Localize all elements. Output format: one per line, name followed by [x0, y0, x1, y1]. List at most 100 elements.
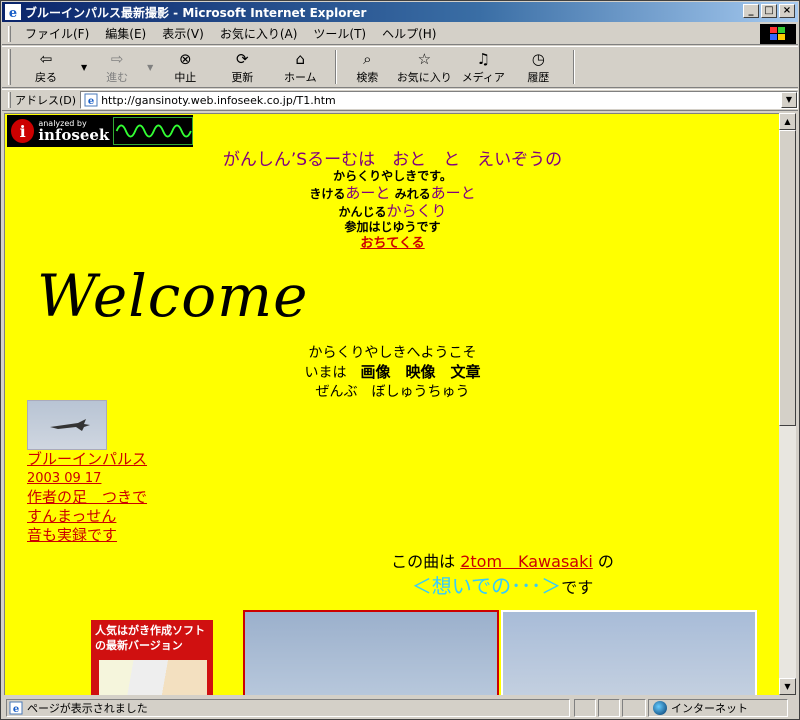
blue-impulse-link[interactable]: ブルーインパルス: [27, 450, 147, 469]
zone-label: インターネット: [671, 702, 748, 715]
search-label: 検索: [356, 71, 379, 84]
globe-icon: [653, 701, 667, 715]
mail-link-wrap: おちてくる: [5, 232, 779, 251]
security-zone: インターネット: [648, 699, 788, 717]
window-controls: _ □ ×: [741, 4, 795, 18]
standard-toolbar: ⇦ 戻る ▼ ⇨ 進む ▼ ⊗ 中止 ⟳ 更新 ⌂ ホーム ⌕ 検索 ☆ お気に…: [2, 46, 798, 88]
history-button[interactable]: ◷ 履歴: [509, 47, 567, 87]
home-icon: ⌂: [295, 50, 306, 68]
stop-button[interactable]: ⊗ 中止: [157, 47, 213, 87]
menu-bar: ファイル(F) 編集(E) 表示(V) お気に入り(A) ツール(T) ヘルプ(…: [2, 23, 798, 45]
ad-line-1: 人気はがき作成ソフト: [95, 624, 205, 637]
close-button[interactable]: ×: [779, 4, 795, 18]
search-button[interactable]: ⌕ 検索: [343, 47, 391, 87]
menu-view[interactable]: 表示(V): [154, 25, 212, 42]
forward-dropdown-icon[interactable]: ▼: [147, 63, 153, 72]
intro-block: からくりやしきへようこそ いまは 画像 映像 文章 ぜんぶ ぼしゅうちゅう: [5, 344, 779, 402]
intro-text-2: いまは 画像 映像 文章: [5, 363, 779, 383]
song-suffix: です: [561, 578, 594, 597]
home-label: ホーム: [283, 71, 317, 84]
forward-arrow-icon: ⇨: [110, 50, 124, 68]
mail-link[interactable]: おちてくる: [360, 236, 424, 251]
ad-banner[interactable]: 人気はがき作成ソフト の最新バージョン: [91, 620, 213, 695]
stop-label: 中止: [174, 71, 197, 84]
status-text: ページが表示されました: [27, 702, 148, 715]
status-pane: [574, 699, 596, 717]
scroll-thumb[interactable]: [779, 130, 796, 426]
forward-label: 進む: [106, 71, 129, 84]
address-dropdown-icon[interactable]: ▼: [781, 92, 797, 108]
home-button[interactable]: ⌂ ホーム: [271, 47, 329, 87]
url-input[interactable]: [101, 93, 762, 107]
toolbar-separator: [335, 50, 338, 84]
menu-favorites[interactable]: お気に入り(A): [212, 25, 306, 42]
page-done-icon: e: [9, 701, 23, 715]
jet-photo-thumbnail[interactable]: [27, 400, 107, 450]
back-button[interactable]: ⇦ 戻る: [15, 47, 77, 87]
ad-line-2: の最新バージョン: [95, 639, 183, 652]
ad-books-image: [99, 660, 207, 695]
favorites-button[interactable]: ☆ お気に入り: [391, 47, 457, 87]
song-info: この曲は 2tom Kawasaki の ＜想いでの･･･＞です: [5, 550, 779, 600]
window-title: ブルーインパルス最新撮影 - Microsoft Internet Explor…: [25, 5, 367, 20]
stop-icon: ⊗: [179, 50, 192, 68]
toolbar-grip[interactable]: [8, 25, 11, 42]
jet-icon: [50, 419, 90, 431]
status-bar: e ページが表示されました インターネット: [2, 697, 798, 719]
media-button[interactable]: ♫ メディア: [457, 47, 509, 87]
note-link-2[interactable]: すんまっせん: [27, 507, 147, 526]
sky-photo-1[interactable]: [243, 610, 499, 695]
infoseek-badge[interactable]: i analyzed by infoseek: [7, 115, 193, 147]
scroll-up-icon[interactable]: ▲: [779, 113, 796, 130]
song-particle: の: [597, 552, 614, 571]
address-bar: アドレス(D) e ▼: [2, 89, 798, 111]
vertical-scrollbar[interactable]: ▲ ▼: [779, 113, 796, 695]
address-label: アドレス(D): [15, 94, 77, 107]
menu-file[interactable]: ファイル(F): [17, 25, 97, 42]
title-bar: e ブルーインパルス最新撮影 - Microsoft Internet Expl…: [2, 2, 798, 22]
back-dropdown-icon[interactable]: ▼: [81, 63, 87, 72]
note-link-1[interactable]: 作者の足 つきで: [27, 488, 147, 507]
address-field[interactable]: e ▼: [80, 91, 798, 109]
page-icon: e: [84, 93, 98, 107]
favorites-label: お気に入り: [396, 71, 452, 84]
wave-icon: [113, 117, 193, 145]
intro-text-2a: いまは: [304, 365, 347, 381]
toolbar-grip[interactable]: [8, 49, 11, 85]
favorites-icon: ☆: [417, 50, 432, 68]
minimize-button[interactable]: _: [743, 4, 759, 18]
info-logo-icon: i: [11, 119, 35, 143]
toolbar-separator: [573, 50, 576, 84]
windows-logo-icon: [760, 24, 796, 44]
artist-link[interactable]: 2tom Kawasaki: [460, 552, 593, 571]
forward-button[interactable]: ⇨ 進む: [91, 47, 143, 87]
intro-text-3: ぜんぶ ぼしゅうちゅう: [315, 384, 470, 400]
svg-text:e: e: [9, 6, 17, 20]
maximize-button[interactable]: □: [761, 4, 777, 18]
status-text-pane: e ページが表示されました: [6, 699, 570, 717]
history-icon: ◷: [531, 50, 545, 68]
menu-help[interactable]: ヘルプ(H): [374, 25, 444, 42]
song-title: ＜想いでの･･･＞: [411, 574, 562, 598]
back-label: 戻る: [35, 71, 57, 84]
toolbar-grip[interactable]: [8, 92, 11, 108]
infoseek-brand-text: infoseek: [38, 125, 110, 144]
song-prefix: この曲は: [391, 552, 456, 571]
line2-text-b: みれる: [394, 187, 431, 201]
menu-tools[interactable]: ツール(T): [305, 25, 374, 42]
note-link-3[interactable]: 音も実録です: [27, 526, 147, 545]
page-content: i analyzed by infoseek がんしん’Sるーむは おと と え…: [4, 113, 779, 695]
scroll-down-icon[interactable]: ▼: [779, 678, 796, 695]
date-link[interactable]: 2003 09 17: [27, 469, 147, 488]
menu-edit[interactable]: 編集(E): [97, 25, 154, 42]
refresh-label: 更新: [231, 71, 254, 84]
refresh-button[interactable]: ⟳ 更新: [213, 47, 271, 87]
blue-impulse-links: ブルーインパルス 2003 09 17 作者の足 つきで すんまっせん 音も実録…: [27, 450, 147, 545]
infoseek-brand: analyzed by infoseek: [38, 119, 110, 144]
line2-text-a: きける: [309, 187, 346, 201]
media-label: メディア: [461, 71, 505, 84]
history-label: 履歴: [527, 71, 550, 84]
sky-photo-2[interactable]: [501, 610, 757, 695]
svg-text:e: e: [13, 704, 19, 715]
search-icon: ⌕: [363, 50, 372, 68]
